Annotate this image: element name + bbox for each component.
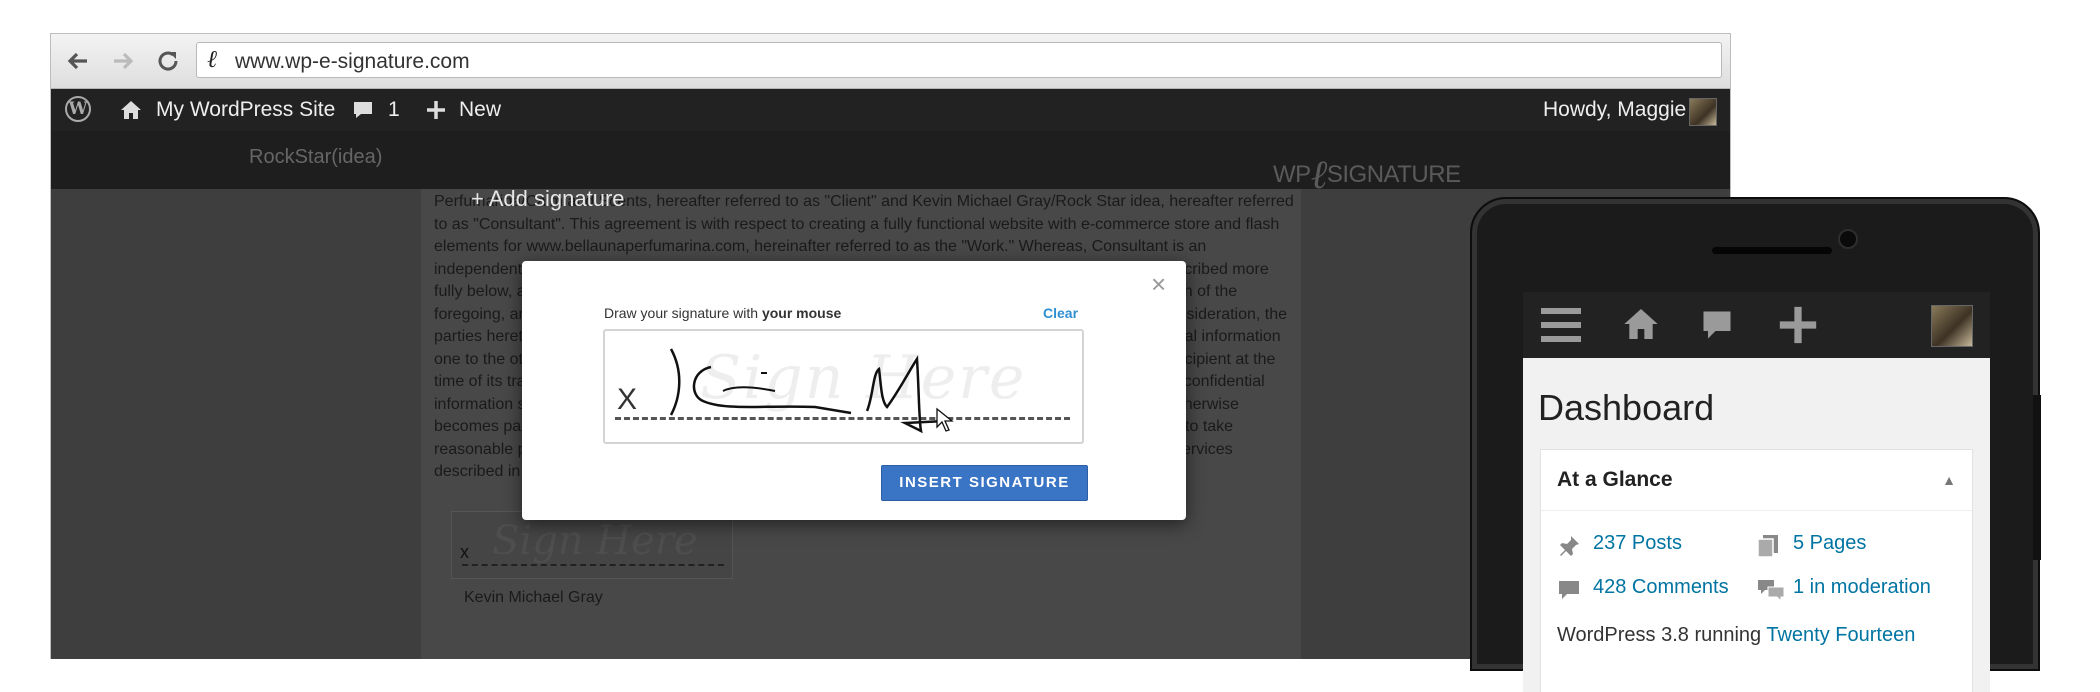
signature-box[interactable]: Sign Here x xyxy=(451,511,733,579)
pages-icon xyxy=(1757,535,1778,558)
page-title: Dashboard xyxy=(1538,387,1715,428)
plus-icon[interactable] xyxy=(1778,305,1818,345)
phone-speaker xyxy=(1712,247,1832,254)
drawn-signature xyxy=(669,348,954,434)
avatar[interactable] xyxy=(1931,305,1973,347)
version-info: WordPress 3.8 running Twenty Fourteen xyxy=(1557,624,1915,647)
phone-camera xyxy=(1838,229,1858,249)
at-a-glance-widget: At a Glance ▲ 237 Posts 5 Pages 428 Comm… xyxy=(1540,449,1973,692)
mobile-admin-bar xyxy=(1523,292,1990,358)
phone-device: Dashboard At a Glance ▲ 237 Posts 5 Page… xyxy=(1470,197,2040,692)
browser-toolbar: ℓ www.wp-e-signature.com xyxy=(51,34,1730,89)
phone-screen: Dashboard At a Glance ▲ 237 Posts 5 Page… xyxy=(1523,292,1990,692)
user-greeting[interactable]: Howdy, Maggie xyxy=(1543,89,1686,131)
signature-line xyxy=(462,564,724,566)
wordpress-logo-icon[interactable]: W xyxy=(65,96,91,122)
reload-button[interactable] xyxy=(153,46,183,76)
clear-button[interactable]: Clear xyxy=(1043,305,1078,321)
instruction-emphasis: your mouse xyxy=(761,305,842,321)
instruction-text: Draw your signature with xyxy=(604,305,762,321)
comments-link[interactable]: 428 Comments xyxy=(1593,576,1729,599)
reload-icon xyxy=(158,51,178,71)
wp-signature-logo[interactable]: WPℓSIGNATURE xyxy=(1273,145,1461,198)
add-signature-link[interactable]: + Add signature xyxy=(471,186,625,212)
signature-placeholder: Sign Here xyxy=(492,518,698,564)
forward-button[interactable] xyxy=(108,46,138,76)
url-text[interactable]: www.wp-e-signature.com xyxy=(235,50,470,74)
pin-icon xyxy=(1560,536,1579,556)
back-button[interactable] xyxy=(63,46,93,76)
new-label: New xyxy=(459,98,502,121)
logo-signature-text: SIGNATURE xyxy=(1326,161,1461,188)
site-header: RockStar(idea) WPℓSIGNATURE xyxy=(51,131,1730,198)
widget-title: At a Glance xyxy=(1557,468,1673,491)
arrow-right-icon xyxy=(114,52,134,70)
pages-link[interactable]: 5 Pages xyxy=(1793,532,1866,555)
wp-admin-bar: W My WordPress Site 1 New Howdy, Maggie xyxy=(51,89,1730,131)
theme-link[interactable]: Twenty Fourteen xyxy=(1766,624,1915,646)
site-brand[interactable]: RockStar(idea) xyxy=(249,146,382,169)
logo-wp-text: WP xyxy=(1273,161,1311,188)
signature-logo-icon: ℓ xyxy=(207,45,217,73)
mouse-cursor-icon xyxy=(936,407,954,432)
home-icon xyxy=(121,101,141,119)
widget-header[interactable]: At a Glance ▲ xyxy=(1541,450,1972,511)
comment-icon[interactable] xyxy=(1699,306,1735,344)
signer-name: Kevin Michael Gray xyxy=(464,589,603,606)
collapse-toggle-icon[interactable]: ▲ xyxy=(1942,472,1956,488)
site-name: My WordPress Site xyxy=(156,98,336,121)
moderation-comments-icon xyxy=(1758,580,1785,603)
address-bar[interactable]: ℓ www.wp-e-signature.com xyxy=(196,42,1722,78)
arrow-left-icon xyxy=(67,52,87,70)
menu-icon[interactable] xyxy=(1541,306,1581,344)
posts-link[interactable]: 237 Posts xyxy=(1593,532,1682,555)
plus-icon xyxy=(427,101,445,119)
home-icon[interactable] xyxy=(1621,304,1661,344)
phone-side-button xyxy=(2033,395,2041,560)
insert-signature-button[interactable]: INSERT SIGNATURE xyxy=(881,465,1088,501)
comment-count: 1 xyxy=(388,98,400,121)
signature-pad[interactable]: Sign Here X xyxy=(603,329,1084,444)
comment-icon xyxy=(354,102,372,118)
signature-x-mark: x xyxy=(460,542,469,562)
avatar[interactable] xyxy=(1689,98,1717,126)
comment-icon xyxy=(1559,581,1579,599)
moderation-link[interactable]: 1 in moderation xyxy=(1793,576,1931,599)
version-text: WordPress 3.8 running xyxy=(1557,624,1767,646)
signature-modal: × Draw your signature with your mouse Cl… xyxy=(522,261,1186,520)
draw-instruction: Draw your signature with your mouse xyxy=(604,305,841,321)
close-icon[interactable]: × xyxy=(1151,271,1166,297)
